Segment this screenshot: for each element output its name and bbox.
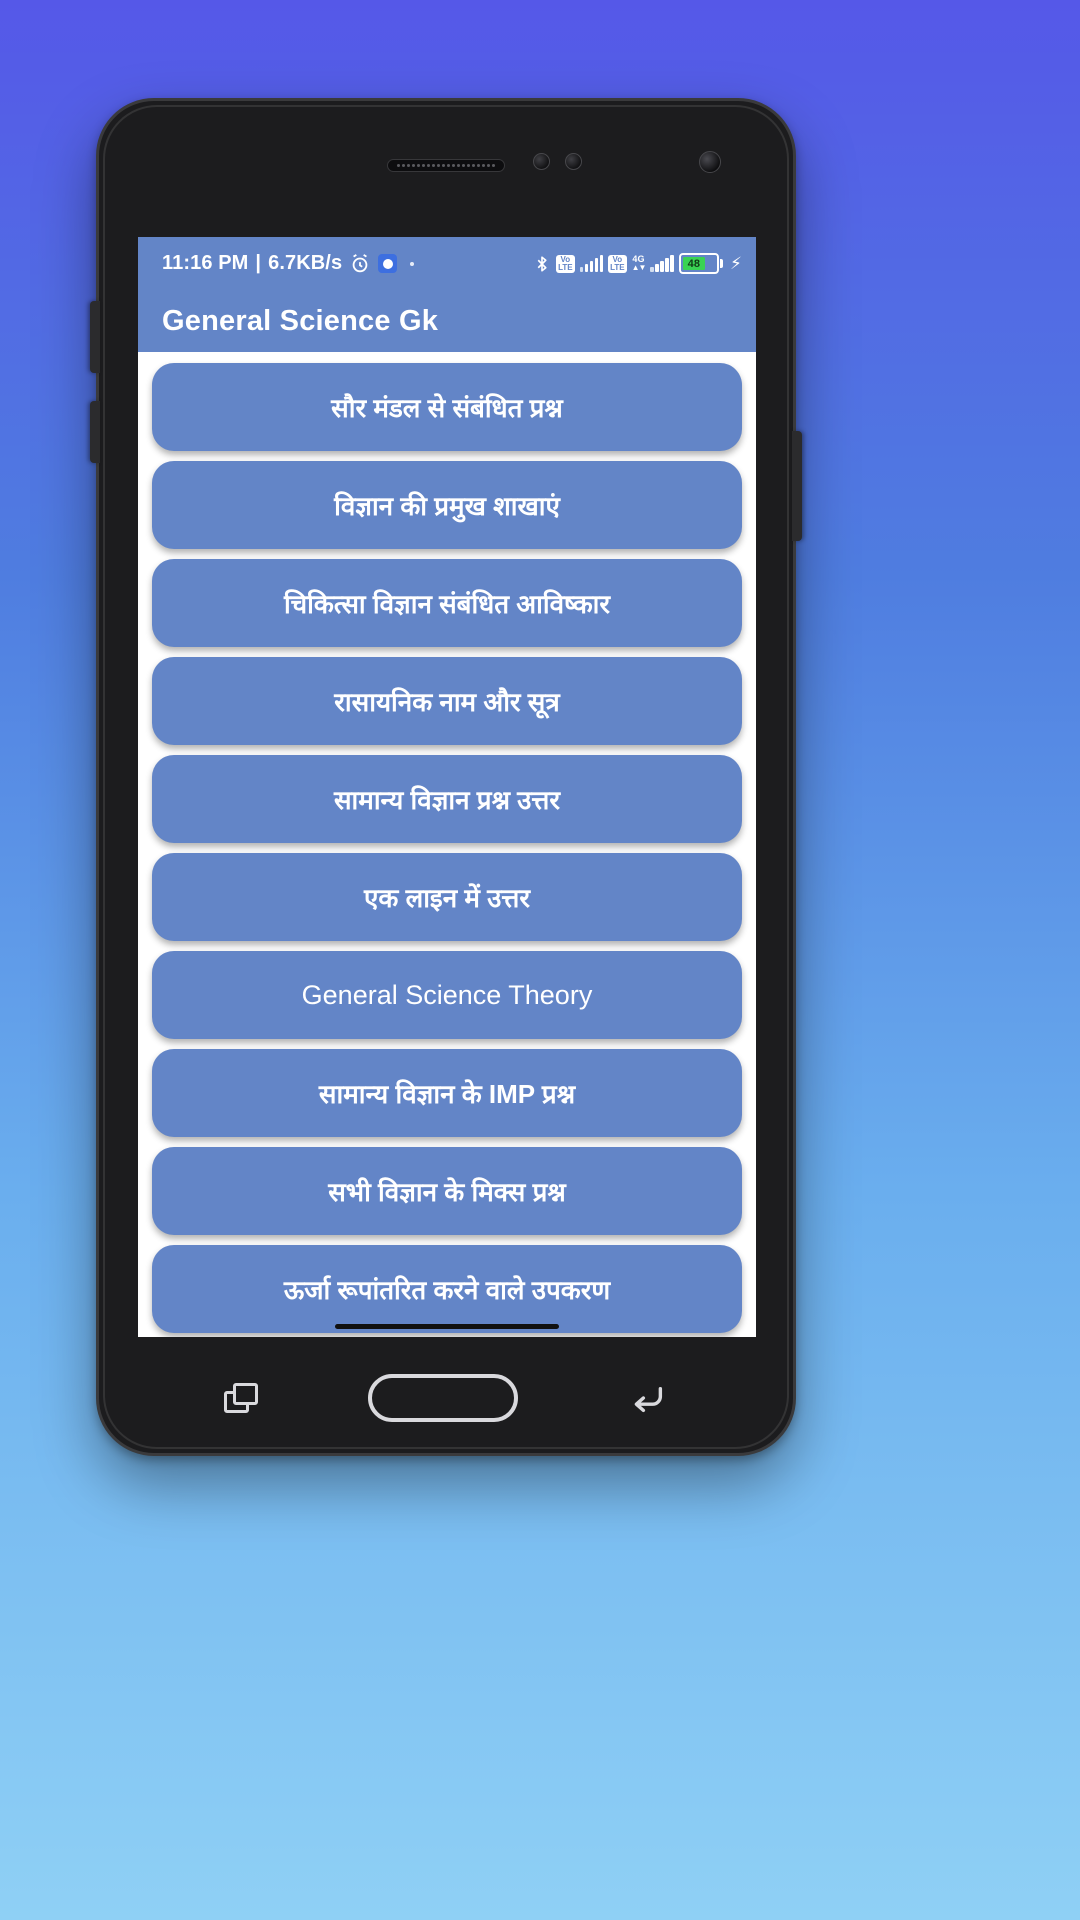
recent-apps-icon[interactable] [224,1383,258,1413]
category-button-2[interactable]: चिकित्सा विज्ञान संबंधित आविष्कार [152,559,742,647]
app-notification-icon [378,254,398,273]
home-indicator [335,1324,559,1329]
status-time: 11:16 PM [162,252,249,274]
volte-icon-2: Vo LTE [608,254,627,273]
charging-bolt-icon: ⚡ [729,253,742,273]
list-item[interactable]: ऊर्जा रूपांतरित करने वाले उपकरण [138,1240,756,1337]
status-network-speed: 6.7KB/s [268,252,343,274]
home-pill-icon[interactable] [368,1374,518,1422]
back-arrow-icon[interactable] [628,1381,668,1415]
page-title: General Science Gk [162,304,439,337]
list-item[interactable]: एक लाइन में उत्तर [138,848,756,946]
list-item[interactable]: सामान्य विज्ञान के IMP प्रश्न [138,1044,756,1142]
category-button-9[interactable]: ऊर्जा रूपांतरित करने वाले उपकरण [152,1245,742,1333]
volume-down-button[interactable] [90,401,100,463]
category-list[interactable]: सौर मंडल से संबंधित प्रश्न विज्ञान की प्… [138,352,756,1337]
system-navigation-bar [99,1337,793,1459]
list-item[interactable]: विज्ञान की प्रमुख शाखाएं [138,456,756,554]
app-bar: General Science Gk [138,290,756,352]
list-item[interactable]: रासायनिक नाम और सूत्र [138,652,756,750]
list-item[interactable]: चिकित्सा विज्ञान संबंधित आविष्कार [138,554,756,652]
signal-bars-icon-1 [579,255,604,272]
category-button-3[interactable]: रासायनिक नाम और सूत्र [152,657,742,745]
proximity-sensor-icon [565,153,582,170]
battery-percent-label: 48 [687,257,701,270]
status-separator: | [255,252,262,274]
bluetooth-icon [533,253,551,275]
category-button-5[interactable]: एक लाइन में उत्तर [152,853,742,941]
volte-label-vo: Vo [560,255,571,264]
category-button-0[interactable]: सौर मंडल से संबंधित प्रश्न [152,363,742,451]
alarm-clock-icon [349,253,371,275]
phone-screen: 11:16 PM | 6.7KB/s Vo LTE Vo LTE 4G ▲▼ 4… [138,237,756,1337]
data-arrows-icon: ▲▼ [631,263,647,272]
battery-icon: 48 [678,253,723,274]
sensor-icon [533,153,550,170]
category-button-8[interactable]: सभी विज्ञान के मिक्स प्रश्न [152,1147,742,1235]
volume-up-button[interactable] [90,301,100,373]
volte-icon-1: Vo LTE [556,254,575,273]
status-extra-dot-icon [410,261,415,266]
category-button-7[interactable]: सामान्य विज्ञान के IMP प्रश्न [152,1049,742,1137]
signal-bars-icon-2 [650,255,674,272]
list-item[interactable]: सामान्य विज्ञान प्रश्न उत्तर [138,750,756,848]
list-item[interactable]: सौर मंडल से संबंधित प्रश्न [138,358,756,456]
list-item[interactable]: General Science Theory [138,946,756,1044]
phone-top-bezel [99,101,793,229]
category-button-6[interactable]: General Science Theory [152,951,742,1039]
power-button[interactable] [792,431,802,541]
network-type-icon: 4G ▲▼ [631,255,647,272]
status-bar: 11:16 PM | 6.7KB/s Vo LTE Vo LTE 4G ▲▼ 4… [138,237,756,290]
front-camera-icon [699,151,721,173]
category-button-4[interactable]: सामान्य विज्ञान प्रश्न उत्तर [152,755,742,843]
earpiece-speaker [387,158,505,172]
category-button-1[interactable]: विज्ञान की प्रमुख शाखाएं [152,461,742,549]
list-item[interactable]: सभी विज्ञान के मिक्स प्रश्न [138,1142,756,1240]
phone-device: 11:16 PM | 6.7KB/s Vo LTE Vo LTE 4G ▲▼ 4… [90,98,802,1459]
